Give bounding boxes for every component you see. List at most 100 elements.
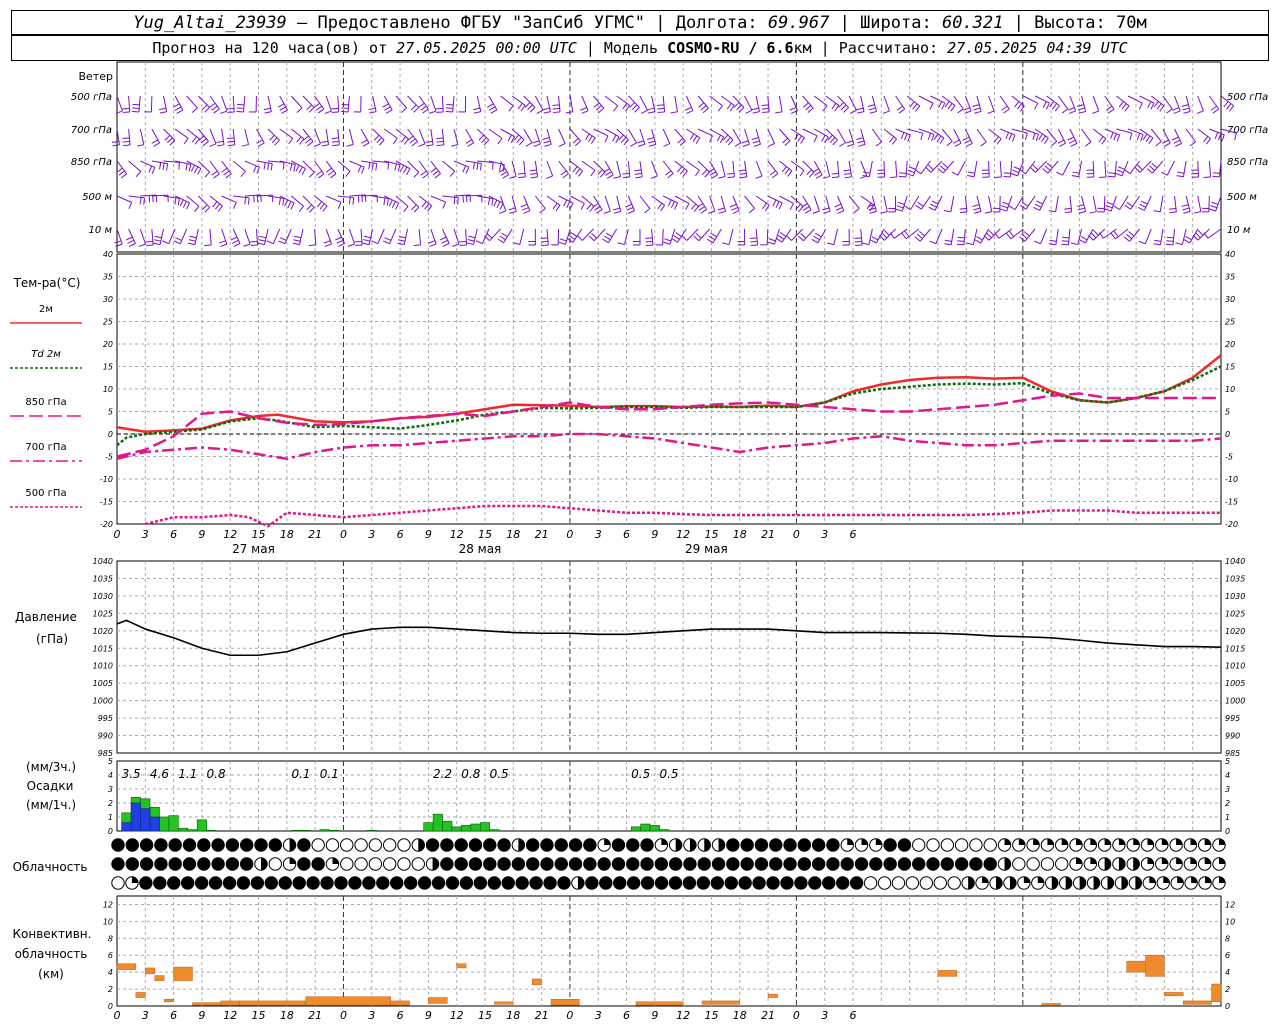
wind-barb: [717, 195, 726, 214]
wind-barb-feather: [1123, 236, 1130, 242]
cloud-circle: [797, 838, 812, 852]
wind-barb-feather: [1182, 107, 1190, 111]
wind-barb-feather: [727, 172, 735, 175]
wind-barb-feather: [933, 133, 939, 141]
wind-barb-feather: [323, 240, 331, 244]
x-tick-label: 9: [651, 528, 658, 541]
wind-barb-staff: [389, 228, 397, 244]
cloud-circle: [683, 857, 697, 871]
wind-barb-staff: [581, 160, 596, 171]
wind-barb-feather: [944, 101, 950, 108]
wind-barb-feather: [432, 170, 439, 176]
wind-barb-feather: [1113, 230, 1119, 237]
cloud-symbol: [194, 876, 209, 890]
wind-level-label: 500 м: [82, 192, 112, 203]
wind-barb: [1019, 160, 1036, 175]
wind-barb: [197, 128, 209, 147]
wind-barb-feather: [439, 236, 447, 241]
cloud-symbol: [954, 857, 969, 871]
wind-barb-staff: [1162, 95, 1173, 110]
cloud-symbol: [1112, 857, 1126, 871]
wind-barb: [972, 195, 982, 214]
wind-barb-feather: [209, 102, 216, 108]
x-tick-label: 12: [450, 528, 464, 541]
wind-barb-feather: [950, 105, 956, 112]
precip-bar-total: [489, 829, 500, 832]
wind-barb-staff: [116, 95, 123, 112]
wind-barb-feather: [1034, 203, 1042, 208]
wind-barb-feather: [545, 175, 553, 179]
wind-barb-feather: [622, 172, 630, 175]
wind-barb: [517, 160, 526, 179]
wind-barb: [1201, 195, 1210, 213]
wind-barb: [1056, 160, 1071, 176]
temp-tick-left: 40: [103, 250, 113, 259]
wind-barb-staff: [407, 195, 420, 208]
wind-barb-feather: [673, 234, 680, 240]
wind-barb: [413, 228, 422, 247]
wind-barb: [508, 195, 517, 214]
wind-barb-feather: [449, 170, 456, 177]
temp-series-t500: [145, 504, 1221, 528]
wind-barb-feather: [347, 243, 355, 247]
wind-barb-feather: [411, 141, 418, 147]
wind-barb: [569, 160, 584, 177]
wind-barb-feather: [1033, 240, 1041, 245]
wind-barb-staff: [1092, 195, 1097, 212]
cloud-circle: [540, 857, 554, 871]
wind-barb-staff: [732, 160, 735, 177]
wind-barb-feather: [925, 167, 932, 173]
cloud-symbol: [459, 876, 474, 890]
wind-barb-feather: [513, 134, 520, 141]
wind-barb-staff: [651, 195, 665, 206]
wind-barb-staff: [519, 228, 525, 245]
wind-barb-feather: [542, 137, 550, 140]
cloud-quarter: [861, 838, 868, 845]
wind-barb-feather: [973, 107, 981, 111]
x-tick-label-bottom: 9: [425, 1009, 432, 1022]
wind-barb: [1076, 195, 1087, 214]
wind-barb-feather: [663, 143, 671, 147]
wind-barb-feather: [520, 105, 526, 112]
wind-barb-feather: [787, 170, 793, 177]
wind-barb-staff: [314, 160, 325, 175]
wind-barb-feather: [257, 142, 265, 147]
wind-barb-feather: [906, 172, 914, 177]
cloud-circle: [554, 838, 568, 852]
wind-barb: [779, 128, 791, 146]
x-tick-label: 15: [704, 528, 718, 541]
cloud-symbol: [320, 876, 334, 890]
cloud-symbol: [425, 857, 440, 871]
x-tick-label-bottom: 6: [623, 1009, 630, 1022]
wind-barb: [128, 160, 142, 178]
wind-barb-feather: [1049, 239, 1057, 242]
wind-barb-feather: [186, 202, 191, 210]
wind-barb: [727, 160, 735, 179]
cloud-quarter: [1177, 876, 1184, 883]
wind-barb-feather: [896, 205, 904, 209]
wind-barb: [1185, 128, 1197, 147]
wind-barb-staff: [964, 195, 968, 212]
precip-bar-total: [159, 816, 170, 832]
wind-barb-feather: [296, 136, 302, 143]
wind-barb-staff: [488, 128, 503, 139]
wind-barb: [452, 228, 460, 247]
cloud-circle: [769, 838, 783, 852]
cloud-symbol: [1040, 857, 1055, 871]
wind-barb: [163, 160, 180, 170]
wind-barb-feather: [1154, 239, 1162, 242]
wind-barb-feather: [336, 239, 344, 244]
wind-barb-feather: [233, 243, 241, 247]
wind-barb-feather: [879, 235, 885, 241]
wind-barb-feather: [490, 109, 498, 114]
wind-barb: [528, 228, 536, 246]
cloud-symbol: [125, 838, 139, 852]
x-tick-label: 21: [761, 528, 775, 541]
wind-barb-feather: [429, 110, 437, 114]
wind-barb-staff: [162, 95, 168, 112]
wind-barb: [532, 128, 541, 147]
wind-barb: [592, 195, 603, 214]
wind-barb-staff: [720, 160, 726, 177]
wind-barb: [475, 228, 490, 245]
wind-barb-feather: [964, 110, 972, 114]
